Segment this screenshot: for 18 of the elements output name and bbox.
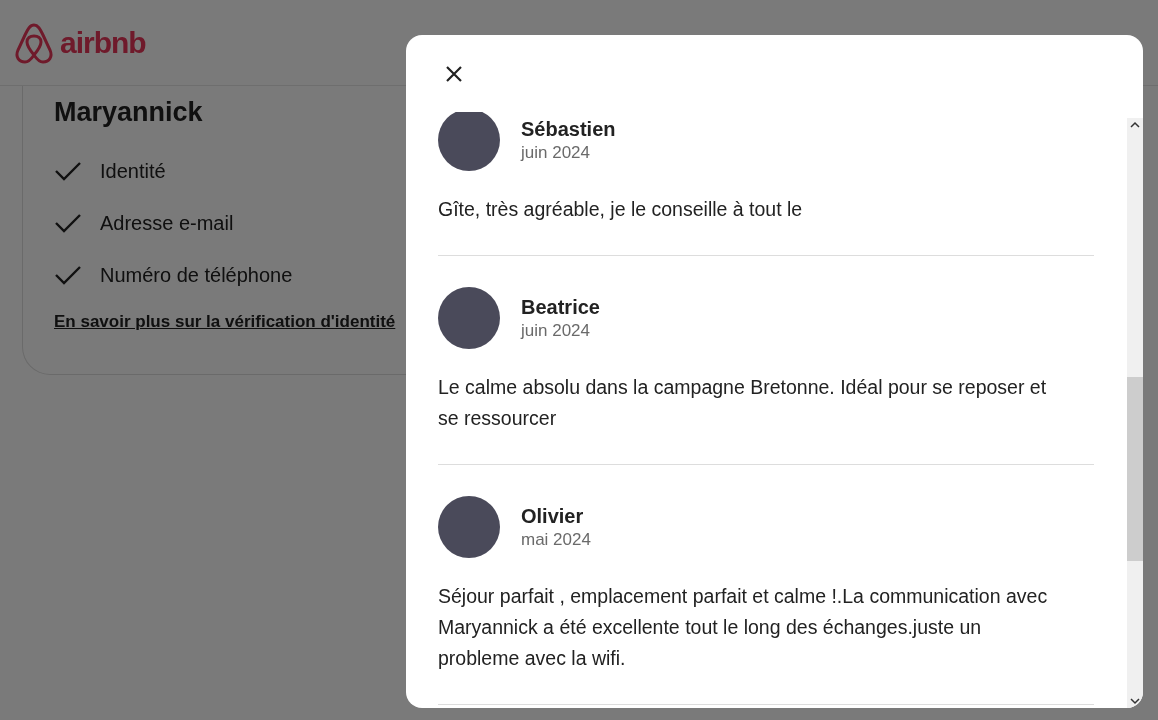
reviewer-name: Olivier (521, 504, 585, 529)
verification-label: Numéro de téléphone (100, 262, 293, 288)
avatar-placeholder (438, 112, 500, 171)
review-text: Gîte, très agréable, je le conseille à tout le (438, 197, 804, 222)
review-text: Le calme absolu dans la campagne Bretonne. Idéal pour se reposer et se ressourcer (438, 375, 1048, 431)
logo-text: airbnb (60, 25, 146, 61)
close-icon (445, 64, 463, 83)
host-name: Maryannick (54, 96, 204, 129)
verification-label: Identité (100, 158, 166, 184)
review-date: juin 2024 (521, 320, 591, 342)
reviewer-name: Beatrice (521, 295, 600, 320)
reviewer-name: Sébastien (521, 117, 616, 142)
review-text: Séjour parfait , emplacement parfait et calme !.La communication avec Maryannick a été excellente tout le long des échanges.juste un probleme avec la wifi. (438, 584, 1049, 671)
scrollbar-thumb[interactable] (1127, 377, 1143, 561)
verification-label: Adresse e-mail (100, 210, 234, 236)
review-date: juin 2024 (521, 142, 591, 164)
review-date: mai 2024 (521, 529, 591, 551)
scrollbar[interactable] (1127, 118, 1143, 708)
